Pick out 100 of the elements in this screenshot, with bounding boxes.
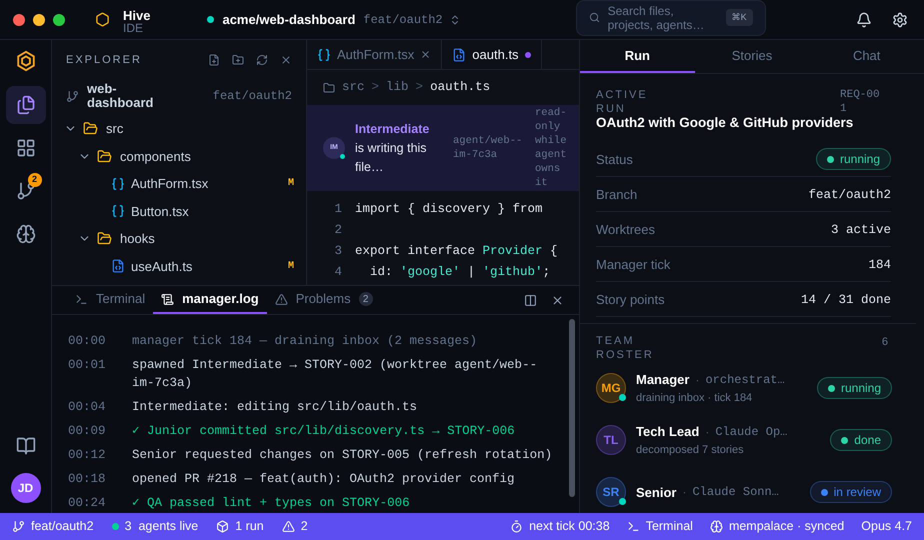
log-time: 00:09 bbox=[68, 423, 107, 440]
activity-button[interactable] bbox=[6, 86, 46, 124]
new-folder-icon[interactable] bbox=[232, 54, 244, 66]
braces-icon bbox=[111, 204, 125, 218]
project-branch: feat/oauth2 bbox=[212, 88, 292, 105]
scrollbar-thumb[interactable] bbox=[569, 319, 575, 497]
box-icon bbox=[216, 520, 230, 533]
member-detail: draining inbox · tick 184 bbox=[636, 390, 754, 406]
modified-marker: M bbox=[288, 177, 294, 192]
git-branch-icon bbox=[12, 520, 25, 533]
status-item[interactable]: 1 run bbox=[216, 517, 264, 536]
panel-tab[interactable]: Terminal bbox=[67, 286, 154, 314]
terminal-icon bbox=[75, 292, 88, 306]
branch-name[interactable]: feat/oauth2 bbox=[363, 10, 443, 28]
section-heading: ACTIVE RUN bbox=[596, 88, 649, 116]
search-placeholder: Search files, projects, agents… bbox=[608, 4, 706, 32]
panel-tab[interactable]: Problems 2 bbox=[266, 286, 381, 314]
count-badge: 2 bbox=[358, 292, 373, 306]
tab-label: oauth.ts bbox=[472, 46, 519, 64]
status-pill: done bbox=[830, 429, 892, 452]
folder-name[interactable]: src bbox=[106, 119, 124, 138]
warning-icon bbox=[282, 520, 295, 533]
notifications-icon[interactable] bbox=[856, 12, 872, 28]
code-line: export interface Provider { bbox=[355, 243, 558, 260]
book-icon[interactable] bbox=[16, 436, 36, 456]
agent-name: Intermediate bbox=[355, 120, 430, 138]
section-heading: TEAM ROSTER bbox=[596, 334, 655, 362]
field-label: Branch bbox=[596, 186, 638, 204]
folder-name[interactable]: hooks bbox=[120, 229, 155, 248]
field-value: 3 active bbox=[830, 223, 891, 238]
breadcrumb-item[interactable]: src bbox=[342, 78, 365, 97]
terminal-icon bbox=[626, 520, 640, 533]
file-name[interactable]: useAuth.ts bbox=[131, 256, 192, 276]
member-avatar: SR bbox=[596, 477, 626, 508]
new-file-icon[interactable] bbox=[208, 54, 220, 66]
app-name: Hive bbox=[123, 8, 150, 22]
log-message: opened PR #218 — feat(auth): OAuth2 provider config bbox=[132, 471, 516, 488]
tab-label: AuthForm.tsx bbox=[337, 46, 414, 64]
member-model: orchestrat… bbox=[705, 372, 785, 389]
refresh-icon[interactable] bbox=[256, 54, 268, 66]
app-subtitle: IDE bbox=[123, 22, 144, 34]
warning-icon bbox=[274, 292, 288, 306]
log-time: 00:24 bbox=[68, 495, 107, 512]
braces-icon bbox=[317, 48, 331, 62]
log-message: Senior requested changes on STORY-005 (refresh rotation) bbox=[132, 447, 554, 464]
close-icon[interactable] bbox=[551, 294, 564, 306]
status-item[interactable]: Opus 4.7 bbox=[861, 517, 912, 536]
status-item[interactable]: 3 agents live bbox=[112, 517, 198, 536]
line-number: 3 bbox=[333, 243, 342, 260]
repo-name[interactable]: acme/web-dashboard bbox=[222, 10, 356, 30]
field-value: 14 / 31 done bbox=[800, 293, 891, 308]
field-value: 184 bbox=[868, 258, 891, 272]
panel-tab[interactable]: Chat bbox=[809, 40, 924, 73]
breadcrumb-item[interactable]: oauth.ts bbox=[430, 78, 490, 97]
member-name: Tech Lead bbox=[636, 423, 700, 442]
brain-icon bbox=[710, 520, 723, 533]
search-icon bbox=[588, 12, 600, 23]
status-item[interactable]: feat/oauth2 bbox=[12, 517, 94, 536]
git-branch-icon bbox=[66, 90, 79, 102]
panel-tab[interactable]: Stories bbox=[694, 40, 810, 73]
separator-dot: · bbox=[682, 484, 686, 502]
split-panel-icon[interactable] bbox=[524, 294, 537, 306]
member-avatar: MG bbox=[596, 373, 626, 404]
files-icon bbox=[16, 95, 36, 115]
close-tab-icon[interactable] bbox=[420, 49, 432, 60]
panel-tab[interactable]: manager.log bbox=[153, 286, 267, 314]
log-message: spawned Intermediate → STORY-002 (worktree agent/web--im-7c3a) bbox=[132, 357, 538, 392]
activity-button[interactable]: 2 bbox=[6, 172, 46, 210]
log-time: 00:01 bbox=[68, 357, 107, 374]
status-item[interactable]: next tick 00:38 bbox=[510, 517, 610, 536]
log-message: ✓ Junior committed src/lib/discovery.ts → STORY-006 bbox=[132, 423, 516, 440]
status-item[interactable]: mempalace · synced bbox=[710, 517, 844, 536]
line-number: 1 bbox=[333, 201, 342, 218]
folder-icon bbox=[97, 148, 112, 164]
member-count: 6 bbox=[882, 335, 888, 350]
git-branch-icon bbox=[16, 181, 36, 201]
user-avatar[interactable]: JD bbox=[10, 473, 40, 503]
close-icon[interactable] bbox=[280, 54, 292, 66]
folder-name[interactable]: components bbox=[120, 146, 191, 166]
shortcut-key: ⌘K bbox=[726, 8, 753, 26]
banner-message: is writing this file… bbox=[355, 140, 428, 176]
member-model: Claude Sonn… bbox=[692, 484, 779, 502]
folder-icon bbox=[323, 82, 335, 94]
project-name: web-dashboard bbox=[87, 82, 154, 110]
search-field[interactable]: Search files, projects, agents… ⌘K bbox=[576, 0, 766, 36]
separator-dot: · bbox=[705, 424, 710, 441]
settings-icon[interactable] bbox=[892, 12, 908, 28]
log-message: Intermediate: editing src/lib/oauth.ts bbox=[132, 399, 418, 416]
panel-tab[interactable]: Run bbox=[580, 40, 695, 73]
file-code-icon bbox=[452, 48, 466, 62]
status-item[interactable]: 2 bbox=[282, 517, 308, 536]
status-item[interactable]: Terminal bbox=[626, 517, 693, 536]
breadcrumb-item[interactable]: lib bbox=[386, 78, 409, 97]
log-time: 00:00 bbox=[68, 333, 107, 350]
file-name[interactable]: AuthForm.tsx bbox=[131, 174, 208, 194]
file-name[interactable]: Button.tsx bbox=[131, 202, 189, 221]
member-detail: decomposed 7 stories bbox=[636, 442, 745, 458]
log-time: 00:04 bbox=[68, 399, 107, 416]
status-pill: running bbox=[816, 377, 892, 400]
notification-badge: 2 bbox=[28, 173, 42, 187]
